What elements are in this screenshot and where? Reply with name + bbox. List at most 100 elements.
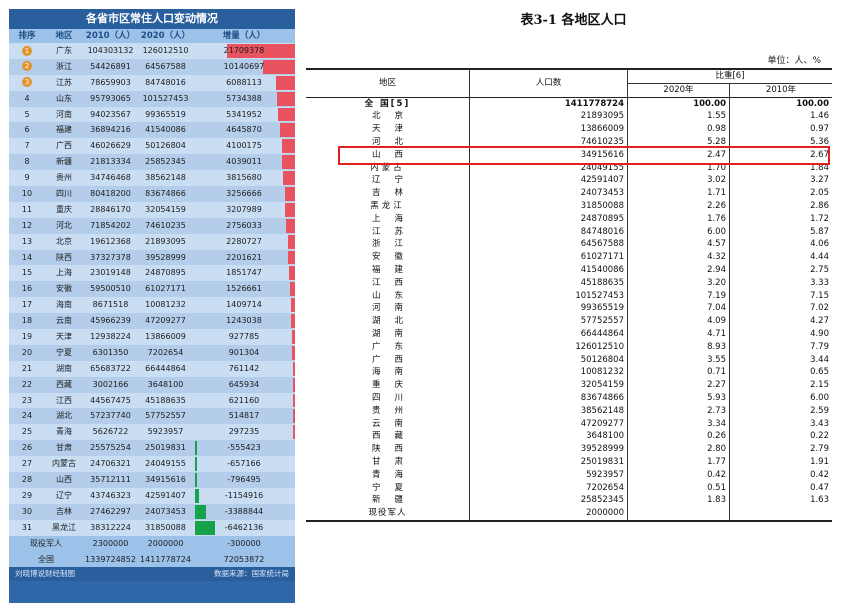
pop-2010-cell: 95793065: [90, 93, 131, 103]
region-cell: 海南: [56, 300, 72, 310]
diff-value: 927785: [228, 332, 260, 342]
region-share-2010: 4.27: [810, 316, 829, 327]
rank-number: 20: [21, 347, 33, 357]
region-row: 新疆 25852345 1.83 1.63: [306, 494, 832, 508]
pop-2020-cell: 10081232: [145, 300, 186, 310]
pop-2010-cell: 38312224: [90, 522, 131, 532]
region-name: 湖南: [306, 327, 470, 341]
region-row: 北京 21893095 1.55 1.46: [306, 110, 832, 124]
region-name: 河南: [306, 302, 470, 316]
left-table-row: 9 贵州 34746468 38562148 3815680: [9, 170, 295, 187]
left-table-row: 26 甘肃 25575254 25019831 -555423: [9, 440, 295, 457]
region-share-2010: 3.43: [810, 418, 829, 429]
region-row: 湖南 66444864 4.71 4.90: [306, 327, 832, 341]
region-pop: 21893095: [469, 110, 628, 124]
rank-number: 4: [24, 93, 30, 103]
pop-2010-cell: 27462297: [90, 506, 131, 516]
diff-cell: -1154916: [193, 488, 295, 504]
region-row: 辽宁 42591407 3.02 3.27: [306, 174, 832, 188]
region-row: 贵州 38562148 2.73 2.59: [306, 404, 832, 418]
rank-cell: 26: [9, 440, 45, 456]
pop-2020-cell: 99365519: [145, 109, 186, 119]
pop-2010-cell: 5626722: [92, 427, 129, 437]
region-name: 重庆: [306, 379, 470, 392]
pop-2010-cell: 21813334: [90, 157, 131, 167]
pop-2010-cell: 59500510: [90, 284, 131, 294]
rank-number: 11: [21, 204, 33, 214]
left-panel-title: 各省市区常住人口变动情况: [9, 9, 295, 29]
diff-cell: 621160: [193, 393, 295, 409]
left-table-row: 30 吉林 27462297 24073453 -3388844: [9, 503, 295, 520]
region-name: 青海: [306, 468, 470, 482]
diff-value: 21709378: [223, 46, 265, 55]
region-share-2020: 1.71: [627, 187, 730, 200]
pop-2010-cell: 78659903: [90, 77, 131, 87]
left-table-row: 8 新疆 21813334 25852345 4039011: [9, 154, 295, 171]
diff-cell: -3388844: [193, 504, 295, 520]
right-table-panel: 表3-1 各地区人口 单位：人、% 地区 人口数 比重[6] 2020年 201…: [303, 0, 844, 613]
diff-value: 3207989: [226, 204, 262, 214]
region-cell: 辽宁: [56, 490, 72, 500]
pop-2020-cell: 25019831: [145, 443, 186, 453]
diff-cell: 6088113: [193, 75, 295, 91]
pop-2020-cell: 21893095: [145, 236, 186, 246]
region-share-2010: 2.75: [810, 264, 829, 275]
region-pop: 47209277: [469, 417, 628, 431]
region-share-2020: 0.98: [627, 123, 730, 136]
region-cell: 广东: [56, 46, 72, 55]
region-share-2010: 4.90: [810, 328, 829, 339]
left-table-row: 15 上海 23019148 24870895 1851747: [9, 265, 295, 282]
pop-2010-cell: 104303132: [87, 46, 134, 55]
region-name: 河北: [306, 135, 470, 149]
rank-number: 26: [21, 443, 33, 453]
region-row: 海南 10081232 0.71 0.65: [306, 366, 832, 380]
rank-cell: 22: [9, 377, 45, 393]
region-share-2020: 1.70: [627, 161, 730, 175]
region-share-2010: 7.79: [810, 341, 829, 352]
left-table-row: 12 河北 71854202 74610235 2756033: [9, 217, 295, 234]
region-pop: 24049155: [469, 161, 628, 175]
region-share-2010: 3.33: [810, 277, 829, 288]
rank-cell: 28: [9, 472, 45, 488]
rank-number: 14: [21, 252, 33, 262]
region-row: 安徽 61027171 4.32 4.44: [306, 251, 832, 264]
rank-cell: 18: [9, 313, 45, 329]
rank-number: 22: [21, 379, 33, 389]
left-table-row: 19 天津 12938224 13866009 927785: [9, 329, 295, 345]
pop-2010-cell: 25575254: [90, 443, 131, 453]
region-pop: 7202654: [469, 481, 628, 495]
rank-cell: 25: [9, 424, 45, 440]
rank-cell: 31: [9, 520, 45, 536]
region-share-2020: 6.00: [627, 225, 730, 239]
left-table-row: 24 湖北 57237740 57752557 514817: [9, 408, 295, 425]
region-name: 广西: [306, 353, 470, 367]
region-share-2010: 5.87: [810, 226, 829, 237]
region-name: 湖北: [306, 315, 470, 328]
diff-cell: 297235: [193, 424, 295, 440]
rank-medal-icon: 1: [22, 45, 32, 56]
region-share-2020: 2.27: [627, 379, 730, 392]
national-2010: 1339724852: [85, 554, 136, 564]
region-name: 福建: [306, 263, 470, 277]
col-share: 比重[6]: [627, 67, 832, 84]
military-2010: 2300000: [92, 538, 129, 548]
rank-cell: 11: [9, 202, 45, 218]
region-pop: 24073453: [469, 187, 628, 200]
diff-value: 4039011: [226, 157, 262, 167]
diff-value: 1851747: [226, 268, 262, 278]
diff-value: 645934: [228, 379, 260, 389]
rank-number: 12: [21, 220, 33, 230]
region-share-2020: 4.09: [627, 315, 730, 328]
region-share-2020: 0.42: [627, 468, 730, 482]
rank-number: 6: [24, 125, 30, 135]
region-name: 西藏: [306, 430, 470, 444]
rank-cell: 5: [9, 107, 45, 123]
rank-cell: 13: [9, 234, 45, 250]
header-2020: 2020（人）: [140, 31, 191, 41]
rank-number: 16: [21, 284, 33, 294]
left-table-row: 18 云南 45966239 47209277 1243038: [9, 313, 295, 330]
region-pop: 83674866: [469, 391, 628, 405]
region-name: 安徽: [306, 251, 470, 264]
diff-cell: -6462136: [193, 520, 295, 536]
region-name: 贵州: [306, 404, 470, 418]
